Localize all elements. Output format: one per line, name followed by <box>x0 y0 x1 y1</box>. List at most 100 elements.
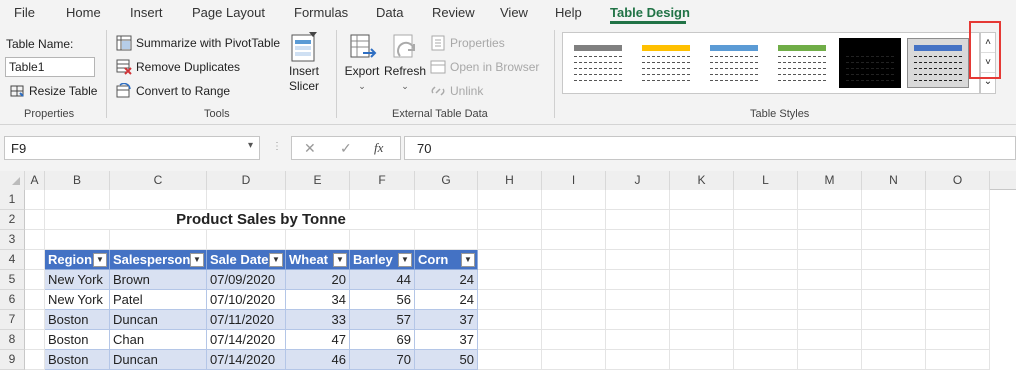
table-data-cell[interactable]: New York <box>45 290 110 310</box>
cell[interactable] <box>926 310 990 330</box>
cell[interactable] <box>478 290 542 310</box>
column-header[interactable]: B <box>45 171 110 190</box>
table-data-cell[interactable]: Brown <box>110 270 207 290</box>
cell[interactable] <box>734 310 798 330</box>
cell[interactable] <box>286 190 350 210</box>
table-data-cell[interactable]: Chan <box>110 330 207 350</box>
remove-duplicates-button[interactable]: Remove Duplicates <box>116 59 240 75</box>
cell[interactable] <box>798 190 862 210</box>
table-data-cell[interactable]: Boston <box>45 310 110 330</box>
column-header[interactable]: M <box>798 171 862 190</box>
table-header-cell[interactable]: Wheat ▼ <box>286 250 350 270</box>
table-data-cell[interactable]: 70 <box>350 350 415 370</box>
cell[interactable] <box>862 350 926 370</box>
cell[interactable] <box>25 230 45 250</box>
table-data-cell[interactable]: 24 <box>415 290 478 310</box>
cell[interactable] <box>670 190 734 210</box>
insert-slicer-button[interactable]: Insert Slicer <box>282 32 326 94</box>
cell[interactable] <box>798 330 862 350</box>
cell[interactable] <box>862 230 926 250</box>
table-style-tile[interactable] <box>567 38 629 88</box>
cell[interactable] <box>542 350 606 370</box>
table-data-cell[interactable]: 24 <box>415 270 478 290</box>
table-data-cell[interactable]: Boston <box>45 350 110 370</box>
tab-page-layout[interactable]: Page Layout <box>192 5 265 20</box>
tab-view[interactable]: View <box>500 5 528 20</box>
tab-formulas[interactable]: Formulas <box>294 5 348 20</box>
cell[interactable] <box>25 330 45 350</box>
cell[interactable] <box>542 190 606 210</box>
cell[interactable] <box>350 190 415 210</box>
row-header[interactable]: 1 <box>0 190 25 210</box>
cell[interactable] <box>670 250 734 270</box>
filter-dropdown-icon[interactable]: ▼ <box>190 253 204 267</box>
cell[interactable] <box>926 250 990 270</box>
cell[interactable] <box>862 190 926 210</box>
cell[interactable] <box>478 270 542 290</box>
row-header[interactable]: 3 <box>0 230 25 250</box>
cell[interactable] <box>862 310 926 330</box>
cell[interactable] <box>606 190 670 210</box>
cell[interactable] <box>350 230 415 250</box>
cell[interactable] <box>734 330 798 350</box>
cell[interactable] <box>670 230 734 250</box>
cell[interactable] <box>606 350 670 370</box>
cell[interactable] <box>862 330 926 350</box>
enter-icon[interactable]: ✓ <box>340 140 352 157</box>
refresh-button[interactable]: Refresh ⌄ <box>383 32 427 94</box>
open-in-browser-button[interactable]: Open in Browser <box>430 59 539 75</box>
tab-review[interactable]: Review <box>432 5 475 20</box>
cell[interactable] <box>734 270 798 290</box>
cell[interactable] <box>542 330 606 350</box>
table-style-tile[interactable] <box>703 38 765 88</box>
cell[interactable] <box>862 270 926 290</box>
cell[interactable] <box>606 310 670 330</box>
column-header[interactable]: D <box>207 171 286 190</box>
summarize-pivottable-button[interactable]: Summarize with PivotTable <box>116 35 280 51</box>
column-header[interactable]: H <box>478 171 542 190</box>
table-data-cell[interactable]: 33 <box>286 310 350 330</box>
cell[interactable] <box>734 230 798 250</box>
cell[interactable] <box>670 290 734 310</box>
table-data-cell[interactable]: Duncan <box>110 310 207 330</box>
cell[interactable] <box>25 350 45 370</box>
table-data-cell[interactable]: 07/10/2020 <box>207 290 286 310</box>
cell[interactable] <box>798 310 862 330</box>
filter-dropdown-icon[interactable]: ▼ <box>398 253 412 267</box>
cell[interactable] <box>606 270 670 290</box>
cell[interactable] <box>207 230 286 250</box>
row-header[interactable]: 2 <box>0 210 25 230</box>
table-style-tile[interactable] <box>771 38 833 88</box>
resize-table-button[interactable]: Resize Table <box>9 83 97 99</box>
cell[interactable] <box>734 190 798 210</box>
table-data-cell[interactable]: 37 <box>415 310 478 330</box>
tab-help[interactable]: Help <box>555 5 582 20</box>
table-data-cell[interactable]: 20 <box>286 270 350 290</box>
cell[interactable] <box>798 250 862 270</box>
cell[interactable] <box>734 290 798 310</box>
column-header[interactable]: F <box>350 171 415 190</box>
table-data-cell[interactable]: 37 <box>415 330 478 350</box>
row-header[interactable]: 9 <box>0 350 25 370</box>
row-header[interactable]: 4 <box>0 250 25 270</box>
column-header[interactable]: E <box>286 171 350 190</box>
column-header[interactable]: L <box>734 171 798 190</box>
table-data-cell[interactable]: Duncan <box>110 350 207 370</box>
cell[interactable] <box>798 350 862 370</box>
cell[interactable] <box>734 250 798 270</box>
cell[interactable] <box>286 230 350 250</box>
table-data-cell[interactable]: 56 <box>350 290 415 310</box>
row-header[interactable]: 8 <box>0 330 25 350</box>
row-header[interactable]: 7 <box>0 310 25 330</box>
cell[interactable] <box>478 230 542 250</box>
cell[interactable] <box>110 190 207 210</box>
table-style-tile[interactable] <box>635 38 697 88</box>
table-header-cell[interactable]: Region ▼ <box>45 250 110 270</box>
chevron-down-icon[interactable]: ▾ <box>248 140 253 151</box>
cell[interactable] <box>478 350 542 370</box>
table-data-cell[interactable]: 07/11/2020 <box>207 310 286 330</box>
cell[interactable] <box>542 290 606 310</box>
table-data-cell[interactable]: New York <box>45 270 110 290</box>
table-data-cell[interactable]: Boston <box>45 330 110 350</box>
cell[interactable] <box>45 190 110 210</box>
